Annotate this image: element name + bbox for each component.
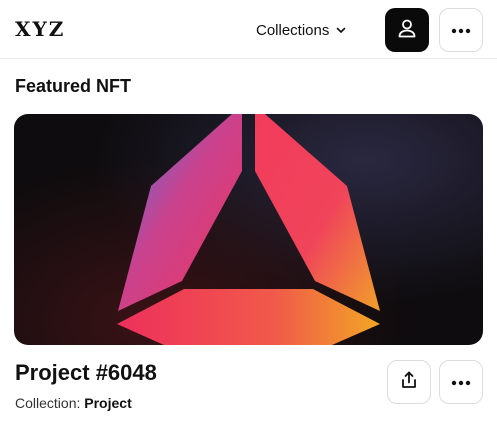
- more-horizontal-icon: [451, 373, 471, 391]
- logo[interactable]: XYZ: [15, 17, 65, 41]
- card-more-button[interactable]: [439, 360, 483, 404]
- nft-artwork[interactable]: [14, 114, 483, 345]
- header-more-button[interactable]: [439, 8, 483, 52]
- top-header: XYZ Collections: [0, 0, 497, 59]
- artwork-shape-bottom: [117, 289, 380, 345]
- collection-name-link[interactable]: Project: [84, 395, 131, 411]
- user-icon: [396, 17, 418, 44]
- more-horizontal-icon: [451, 21, 471, 39]
- artwork-shape-right: [255, 114, 380, 311]
- section-title: Featured NFT: [15, 76, 132, 96]
- collection-prefix: Collection:: [15, 395, 85, 411]
- collections-dropdown[interactable]: Collections: [256, 19, 347, 41]
- nft-title: Project #6048: [15, 360, 157, 385]
- share-button[interactable]: [387, 360, 431, 404]
- nft-collection: Collection: Project: [15, 395, 132, 411]
- profile-button[interactable]: [385, 8, 429, 52]
- artwork-shape-left: [118, 114, 242, 311]
- share-icon: [399, 370, 419, 395]
- chevron-down-icon: [335, 24, 347, 36]
- collections-label: Collections: [256, 21, 330, 39]
